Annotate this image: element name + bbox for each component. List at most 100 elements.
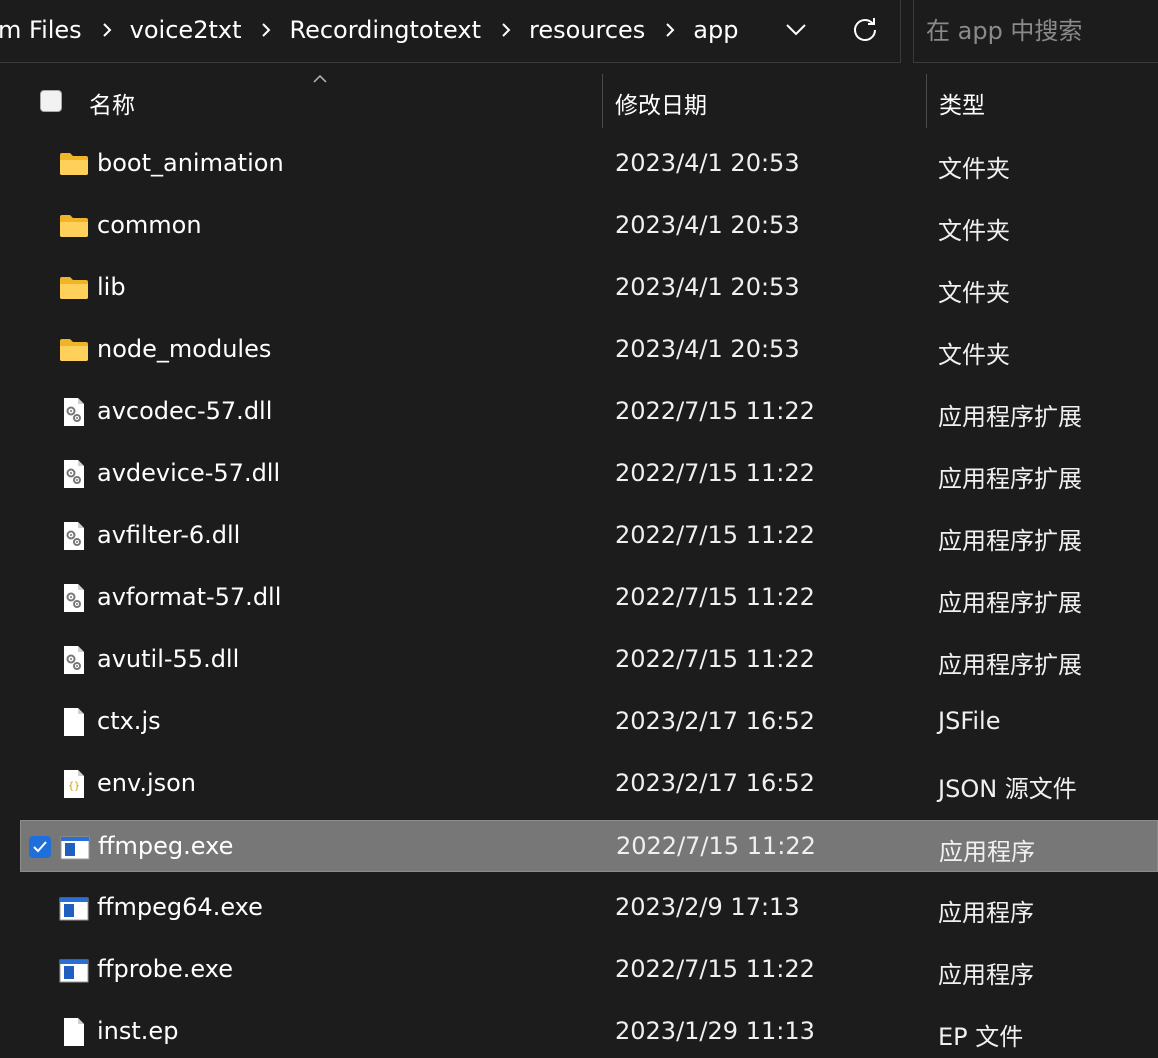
file-type: 文件夹 bbox=[938, 279, 1010, 307]
folder-icon bbox=[58, 210, 90, 242]
file-name: lib bbox=[97, 273, 126, 301]
chevron-right-icon[interactable] bbox=[102, 22, 112, 38]
file-row[interactable]: common 2023/4/1 20:53 文件夹 bbox=[20, 200, 1158, 252]
json-file-icon: {} bbox=[58, 768, 90, 800]
search-input[interactable] bbox=[924, 10, 1158, 52]
column-header-name[interactable]: 名称 bbox=[89, 86, 135, 120]
address-bar[interactable]: m Files voice2txt Recordingtotext resour… bbox=[0, 0, 901, 63]
exe-file-icon bbox=[58, 954, 90, 986]
top-bar: m Files voice2txt Recordingtotext resour… bbox=[0, 0, 1158, 64]
chevron-right-icon[interactable] bbox=[261, 22, 271, 38]
exe-file-icon bbox=[59, 831, 91, 863]
file-row[interactable]: ctx.js 2023/2/17 16:52 JSFile bbox=[20, 696, 1158, 748]
file-name: node_modules bbox=[97, 335, 272, 363]
breadcrumb: m Files voice2txt Recordingtotext resour… bbox=[0, 0, 738, 60]
file-row[interactable]: ffprobe.exe 2022/7/15 11:22 应用程序 bbox=[20, 944, 1158, 996]
file-name: ffprobe.exe bbox=[97, 955, 233, 983]
file-date: 2022/7/15 11:22 bbox=[615, 583, 815, 611]
row-checkbox[interactable] bbox=[29, 836, 51, 858]
file-name: avdevice-57.dll bbox=[97, 459, 281, 487]
file-date: 2023/4/1 20:53 bbox=[615, 273, 800, 301]
file-name: avfilter-6.dll bbox=[97, 521, 241, 549]
chevron-right-icon[interactable] bbox=[665, 22, 675, 38]
file-row[interactable]: avdevice-57.dll 2022/7/15 11:22 应用程序扩展 bbox=[20, 448, 1158, 500]
file-row[interactable]: boot_animation 2023/4/1 20:53 文件夹 bbox=[20, 138, 1158, 190]
checkmark-icon bbox=[33, 841, 47, 853]
column-divider[interactable] bbox=[602, 74, 603, 128]
breadcrumb-recordingtotext[interactable]: Recordingtotext bbox=[289, 16, 481, 44]
file-type: 应用程序 bbox=[938, 961, 1034, 989]
file-type: 应用程序扩展 bbox=[938, 465, 1082, 493]
file-row[interactable]: node_modules 2023/4/1 20:53 文件夹 bbox=[20, 324, 1158, 376]
file-type: 应用程序扩展 bbox=[938, 527, 1082, 555]
blank-file-icon bbox=[58, 706, 90, 738]
file-name: boot_animation bbox=[97, 149, 284, 177]
refresh-icon bbox=[854, 18, 876, 41]
file-date: 2022/7/15 11:22 bbox=[615, 645, 815, 673]
file-type: JSON 源文件 bbox=[938, 775, 1077, 803]
file-type: 应用程序扩展 bbox=[938, 589, 1082, 617]
file-name: ctx.js bbox=[97, 707, 161, 735]
file-date: 2022/7/15 11:22 bbox=[615, 521, 815, 549]
file-name: inst.ep bbox=[97, 1017, 179, 1045]
file-type: 应用程序 bbox=[938, 899, 1034, 927]
exe-file-icon bbox=[58, 892, 90, 924]
file-name: common bbox=[97, 211, 202, 239]
file-type: JSFile bbox=[938, 707, 1001, 735]
file-row[interactable]: avfilter-6.dll 2022/7/15 11:22 应用程序扩展 bbox=[20, 510, 1158, 562]
blank-file-icon bbox=[58, 1016, 90, 1048]
file-type: 应用程序扩展 bbox=[938, 651, 1082, 679]
file-type: 文件夹 bbox=[938, 217, 1010, 245]
dll-file-icon bbox=[58, 458, 90, 490]
file-date: 2023/1/29 11:13 bbox=[615, 1017, 815, 1045]
file-row[interactable]: ffmpeg64.exe 2023/2/9 17:13 应用程序 bbox=[20, 882, 1158, 934]
file-row[interactable]: lib 2023/4/1 20:53 文件夹 bbox=[20, 262, 1158, 314]
file-name: avcodec-57.dll bbox=[97, 397, 273, 425]
column-divider[interactable] bbox=[926, 74, 927, 128]
file-date: 2022/7/15 11:22 bbox=[615, 397, 815, 425]
file-row[interactable]: avformat-57.dll 2022/7/15 11:22 应用程序扩展 bbox=[20, 572, 1158, 624]
folder-icon bbox=[58, 272, 90, 304]
file-row[interactable]: inst.ep 2023/1/29 11:13 EP 文件 bbox=[20, 1006, 1158, 1058]
chevron-down-icon bbox=[786, 24, 806, 36]
breadcrumb-program-files[interactable]: m Files bbox=[0, 16, 82, 44]
file-name: avutil-55.dll bbox=[97, 645, 240, 673]
file-date: 2022/7/15 11:22 bbox=[615, 459, 815, 487]
folder-icon bbox=[58, 334, 90, 366]
column-header-type[interactable]: 类型 bbox=[939, 86, 985, 120]
file-date: 2023/2/17 16:52 bbox=[615, 769, 815, 797]
dll-file-icon bbox=[58, 644, 90, 676]
column-header: 名称 修改日期 类型 bbox=[0, 70, 1158, 132]
breadcrumb-resources[interactable]: resources bbox=[529, 16, 645, 44]
file-row[interactable]: avutil-55.dll 2022/7/15 11:22 应用程序扩展 bbox=[20, 634, 1158, 686]
file-date: 2023/4/1 20:53 bbox=[615, 335, 800, 363]
dll-file-icon bbox=[58, 396, 90, 428]
search-box[interactable] bbox=[913, 0, 1158, 63]
select-all-checkbox[interactable] bbox=[40, 90, 62, 112]
file-row[interactable]: {} env.json 2023/2/17 16:52 JSON 源文件 bbox=[20, 758, 1158, 810]
history-dropdown-button[interactable] bbox=[774, 8, 818, 52]
chevron-right-icon[interactable] bbox=[501, 22, 511, 38]
folder-icon bbox=[58, 148, 90, 180]
column-header-date[interactable]: 修改日期 bbox=[615, 86, 707, 120]
file-date: 2023/4/1 20:53 bbox=[615, 211, 800, 239]
file-date: 2022/7/15 11:22 bbox=[615, 955, 815, 983]
file-date: 2023/4/1 20:53 bbox=[615, 149, 800, 177]
file-type: 应用程序扩展 bbox=[938, 403, 1082, 431]
file-date: 2023/2/9 17:13 bbox=[615, 893, 800, 921]
breadcrumb-voice2txt[interactable]: voice2txt bbox=[130, 16, 242, 44]
dll-file-icon bbox=[58, 520, 90, 552]
file-row[interactable]: ffmpeg.exe 2022/7/15 11:22 应用程序 bbox=[20, 820, 1158, 872]
svg-text:{}: {} bbox=[68, 781, 80, 792]
refresh-button[interactable] bbox=[843, 8, 887, 52]
file-name: ffmpeg.exe bbox=[98, 832, 234, 860]
file-name: avformat-57.dll bbox=[97, 583, 282, 611]
file-date: 2023/2/17 16:52 bbox=[615, 707, 815, 735]
breadcrumb-app[interactable]: app bbox=[693, 16, 738, 44]
dll-file-icon bbox=[58, 582, 90, 614]
sort-up-icon bbox=[313, 74, 327, 83]
file-name: ffmpeg64.exe bbox=[97, 893, 263, 921]
file-type: 应用程序 bbox=[939, 838, 1035, 866]
file-row[interactable]: avcodec-57.dll 2022/7/15 11:22 应用程序扩展 bbox=[20, 386, 1158, 438]
file-type: EP 文件 bbox=[938, 1023, 1024, 1051]
